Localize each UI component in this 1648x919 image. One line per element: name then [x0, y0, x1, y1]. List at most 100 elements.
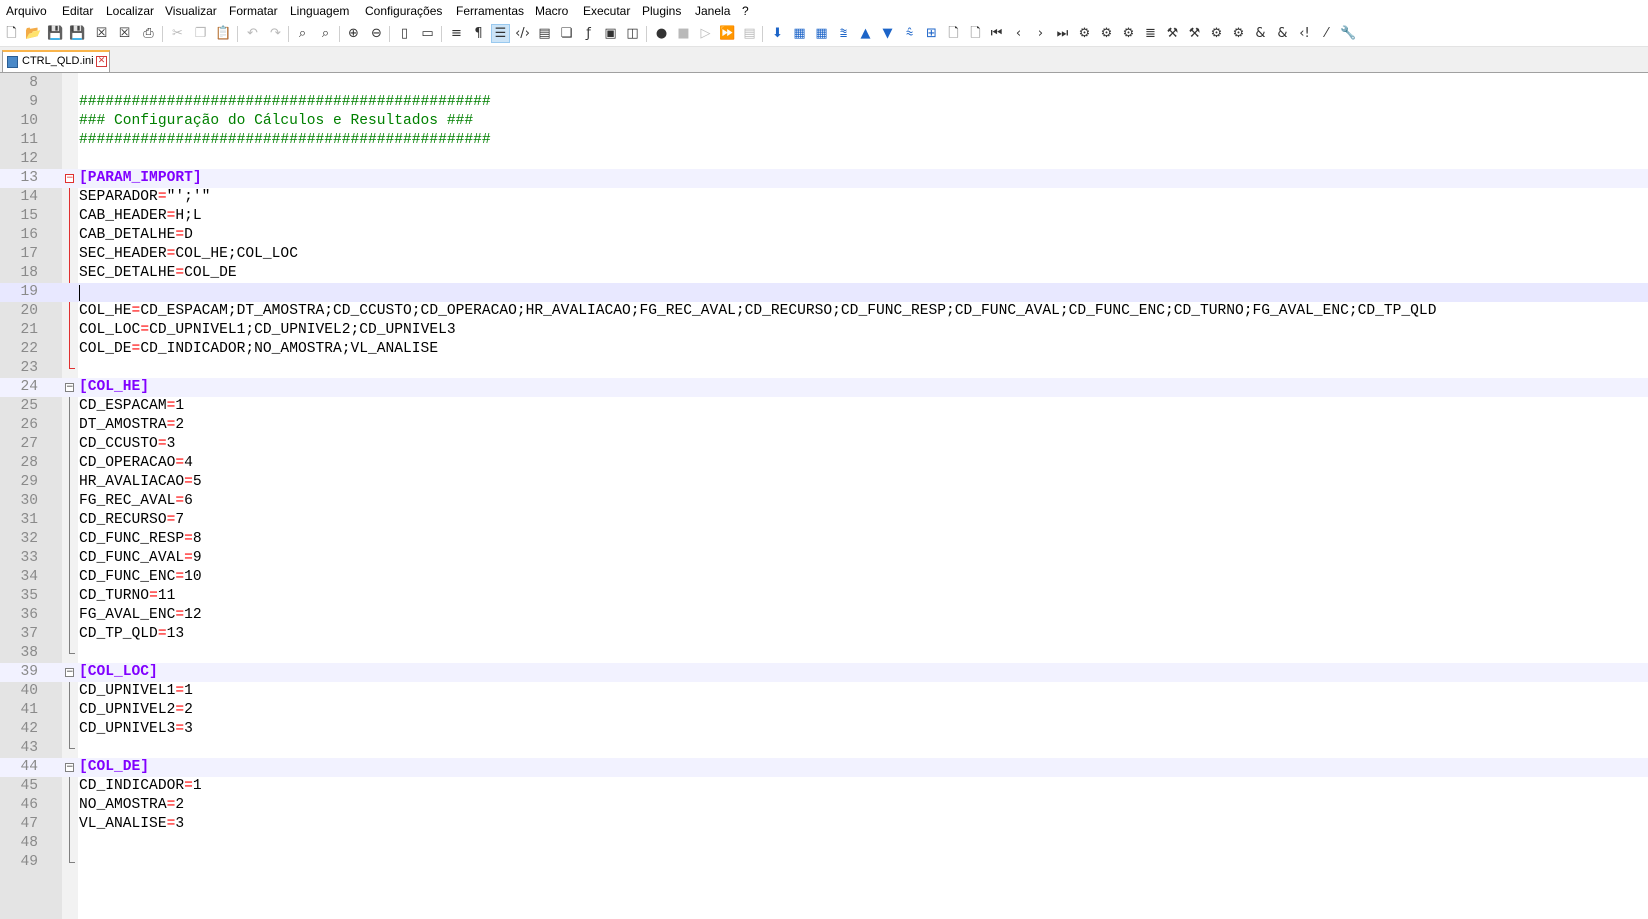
editor-line[interactable]: 23: [0, 359, 1648, 378]
last-icon[interactable]: ⏭: [1054, 25, 1071, 42]
zoom-in-icon[interactable]: ⊕: [345, 25, 362, 42]
document-map-icon[interactable]: ▤: [536, 25, 553, 42]
play-macro-icon[interactable]: ▷: [697, 25, 714, 42]
editor-line[interactable]: 37 CD_TP_QLD=13: [0, 625, 1648, 645]
plugin-page-icon[interactable]: 🗋: [945, 25, 962, 42]
previous-icon[interactable]: ‹: [1010, 25, 1027, 42]
editor-line[interactable]: 29 HR_AVALIACAO=5: [0, 473, 1648, 493]
plugin-download-icon[interactable]: ⬇: [769, 25, 786, 42]
new-file-icon[interactable]: 🗋: [3, 25, 20, 42]
menu-visualizar[interactable]: Visualizar: [165, 4, 217, 18]
editor-line[interactable]: 46 NO_AMOSTRA=2: [0, 796, 1648, 816]
fold-toggle-icon[interactable]: −: [65, 668, 74, 677]
run-macro-multiple-icon[interactable]: ⏩: [719, 25, 736, 42]
plugin-page-lock-icon[interactable]: 🗋: [967, 25, 984, 42]
tab-ctrl-qld-ini[interactable]: CTRL_QLD.ini ✕: [2, 50, 110, 72]
editor-line[interactable]: 43: [0, 739, 1648, 758]
editor-line[interactable]: 9 #######################################…: [0, 93, 1648, 112]
sync-horizontal-icon[interactable]: ▭: [419, 25, 436, 42]
plugin-g-icon[interactable]: ⚙: [1208, 25, 1225, 42]
ampersand-icon[interactable]: &: [1252, 25, 1269, 42]
xml-tags-icon[interactable]: ‹/›: [514, 25, 531, 42]
menu-editar[interactable]: Editar: [62, 4, 93, 18]
editor-line[interactable]: 20 COL_HE=CD_ESPACAM;DT_AMOSTRA;CD_CCUSTO…: [0, 302, 1648, 322]
first-icon[interactable]: ⏮: [988, 25, 1005, 42]
plugin-e-icon[interactable]: ⚒: [1164, 25, 1181, 42]
editor-line[interactable]: 48: [0, 834, 1648, 854]
editor-line[interactable]: 49: [0, 853, 1648, 872]
editor-line[interactable]: 38: [0, 644, 1648, 663]
replace-icon[interactable]: ⌕: [317, 25, 334, 42]
ampersand-strike-icon[interactable]: &: [1274, 25, 1291, 42]
menu-arquivo[interactable]: Arquivo: [6, 4, 47, 18]
folder-workspace-icon[interactable]: ◫: [624, 25, 641, 42]
close-icon[interactable]: ☒: [93, 25, 110, 42]
editor-line[interactable]: 28 CD_OPERACAO=4: [0, 454, 1648, 474]
save-macro-icon[interactable]: ▤: [741, 25, 758, 42]
indent-guide-icon[interactable]: ☰: [491, 24, 510, 43]
plugin-up-icon[interactable]: ▲: [857, 25, 874, 42]
editor-line[interactable]: 12: [0, 150, 1648, 169]
editor-line[interactable]: 17 SEC_HEADER=COL_HE;COL_LOC: [0, 245, 1648, 265]
editor-line[interactable]: 25 CD_ESPACAM=1: [0, 397, 1648, 417]
plugin-compare-icon[interactable]: ▦: [791, 25, 808, 42]
save-icon[interactable]: 💾: [47, 25, 64, 42]
menu-help[interactable]: ?: [742, 4, 749, 18]
paste-icon[interactable]: 📋: [215, 25, 232, 42]
open-file-icon[interactable]: 📂: [25, 25, 42, 42]
redo-icon[interactable]: ↷: [267, 25, 284, 42]
plugin-h-icon[interactable]: ⚙: [1230, 25, 1247, 42]
next-icon[interactable]: ›: [1032, 25, 1049, 42]
uncomment-icon[interactable]: ⁄: [1318, 25, 1335, 42]
sync-vertical-icon[interactable]: ▯: [396, 25, 413, 42]
close-all-icon[interactable]: ☒: [116, 25, 133, 42]
plugin-d-icon[interactable]: ≣: [1142, 25, 1159, 42]
editor-line[interactable]: 42 CD_UPNIVEL3=3: [0, 720, 1648, 740]
editor-line[interactable]: 33 CD_FUNC_AVAL=9: [0, 549, 1648, 569]
editor-line[interactable]: 27 CD_CCUSTO=3: [0, 435, 1648, 455]
editor[interactable]: 8 9 ######################################…: [0, 73, 1648, 919]
function-list-icon[interactable]: ❏: [558, 25, 575, 42]
editor-line[interactable]: 32 CD_FUNC_RESP=8: [0, 530, 1648, 550]
menu-ferramentas[interactable]: Ferramentas: [456, 4, 524, 18]
editor-line[interactable]: 8: [0, 74, 1648, 93]
fx-icon[interactable]: ƒ: [580, 25, 597, 42]
menu-configuracoes[interactable]: Configurações: [365, 4, 442, 18]
find-icon[interactable]: ⌕: [294, 25, 311, 42]
wrench-icon[interactable]: 🔧: [1340, 25, 1357, 42]
editor-line[interactable]: 34 CD_FUNC_ENC=10: [0, 568, 1648, 588]
fold-toggle-icon[interactable]: −: [65, 174, 74, 183]
menu-localizar[interactable]: Localizar: [106, 4, 154, 18]
editor-line[interactable]: 36 FG_AVAL_ENC=12: [0, 606, 1648, 626]
editor-line[interactable]: 30 FG_REC_AVAL=6: [0, 492, 1648, 512]
editor-line[interactable]: 47 VL_ANALISE=3: [0, 815, 1648, 835]
plugin-merge-icon[interactable]: ⩯: [901, 25, 918, 42]
zoom-out-icon[interactable]: ⊖: [368, 25, 385, 42]
editor-line[interactable]: 35 CD_TURNO=11: [0, 587, 1648, 607]
word-wrap-icon[interactable]: ≡: [448, 25, 465, 42]
comment-icon[interactable]: ‹!: [1296, 25, 1313, 42]
menu-formatar[interactable]: Formatar: [229, 4, 278, 18]
monitoring-icon[interactable]: ▣: [602, 25, 619, 42]
save-all-icon[interactable]: 💾: [69, 25, 86, 42]
editor-line[interactable]: 19: [0, 283, 1648, 302]
editor-line[interactable]: 31 CD_RECURSO=7: [0, 511, 1648, 531]
editor-line[interactable]: 26 DT_AMOSTRA=2: [0, 416, 1648, 436]
cut-icon[interactable]: ✂: [169, 25, 186, 42]
stop-recording-icon[interactable]: ■: [675, 25, 692, 42]
print-icon[interactable]: ⎙: [140, 25, 157, 42]
show-all-characters-icon[interactable]: ¶: [470, 25, 487, 42]
editor-line[interactable]: 18 SEC_DETALHE=COL_DE: [0, 264, 1648, 284]
plugin-f-icon[interactable]: ⚒: [1186, 25, 1203, 42]
fold-toggle-icon[interactable]: −: [65, 383, 74, 392]
undo-icon[interactable]: ↶: [244, 25, 261, 42]
editor-line[interactable]: 10 ### Configuração do Cálculos e Resulta…: [0, 112, 1648, 131]
editor-line[interactable]: 21 COL_LOC=CD_UPNIVEL1;CD_UPNIVEL2;CD_UPN…: [0, 321, 1648, 341]
record-macro-icon[interactable]: ●: [653, 25, 670, 42]
editor-line[interactable]: 24 − [COL_HE]: [0, 378, 1648, 397]
plugin-sort-icon[interactable]: ⩰: [835, 25, 852, 42]
menu-linguagem[interactable]: Linguagem: [290, 4, 349, 18]
plugin-table-icon[interactable]: ▦: [813, 25, 830, 42]
editor-line[interactable]: 44 − [COL_DE]: [0, 758, 1648, 777]
menu-executar[interactable]: Executar: [583, 4, 630, 18]
